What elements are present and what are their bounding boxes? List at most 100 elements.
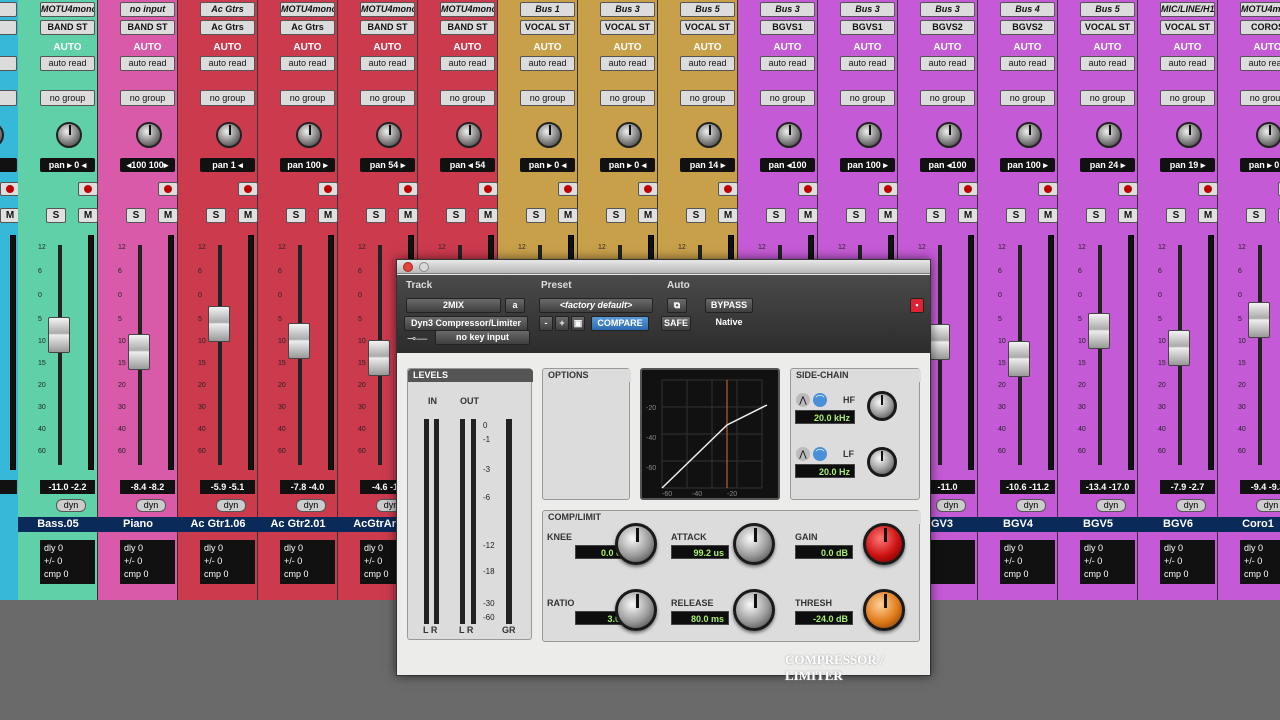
automation-mode-selector[interactable]: auto read xyxy=(760,56,815,71)
pan-knob[interactable] xyxy=(776,122,802,148)
dyn-button[interactable]: dyn xyxy=(1176,499,1206,512)
solo-button[interactable]: S xyxy=(126,208,146,223)
track-name[interactable]: BGV5 xyxy=(1058,517,1138,532)
input-selector[interactable]: Bus 3 xyxy=(760,2,815,17)
output-selector[interactable]: Ac Gtrs xyxy=(200,20,255,35)
output-selector[interactable]: BGVS1 xyxy=(840,20,895,35)
automation-mode-selector[interactable]: auto read xyxy=(920,56,975,71)
preset-plus-button[interactable]: + xyxy=(555,316,569,331)
solo-button[interactable]: S xyxy=(526,208,546,223)
dyn-button[interactable]: dyn xyxy=(936,499,966,512)
mute-button[interactable]: M xyxy=(878,208,898,223)
automation-mode-selector[interactable]: auto read xyxy=(680,56,735,71)
thresh-value[interactable]: -24.0 dB xyxy=(795,611,853,625)
automation-mode-selector[interactable]: auto read xyxy=(520,56,575,71)
record-button[interactable] xyxy=(638,182,658,196)
track-name[interactable]: BGV6 xyxy=(1138,517,1218,532)
dyn-button[interactable]: dyn xyxy=(216,499,246,512)
track-selector[interactable]: 2MIX xyxy=(406,298,501,313)
input-selector[interactable]: no input xyxy=(120,2,175,17)
record-button[interactable] xyxy=(798,182,818,196)
input-selector[interactable]: Bus 3 xyxy=(840,2,895,17)
record-button[interactable] xyxy=(958,182,978,196)
pan-knob[interactable] xyxy=(936,122,962,148)
track-name[interactable]: Coro1 xyxy=(1218,517,1280,532)
input-selector[interactable]: MOTU4mono xyxy=(440,2,495,17)
record-button[interactable] xyxy=(1038,182,1058,196)
solo-button[interactable]: S xyxy=(366,208,386,223)
input-selector[interactable]: Bus 4 xyxy=(1000,2,1055,17)
record-button[interactable] xyxy=(78,182,98,196)
comments-box[interactable]: dly 0 +/- 0 cmp 0 xyxy=(120,540,175,584)
comments-box[interactable]: dly 0 +/- 0 cmp 0 xyxy=(1160,540,1215,584)
pan-knob[interactable] xyxy=(1096,122,1122,148)
solo-button[interactable]: S xyxy=(46,208,66,223)
attack-knob[interactable] xyxy=(733,523,775,565)
group-selector[interactable]: no group xyxy=(1080,90,1135,106)
plugin-selector[interactable]: Dyn3 Compressor/Limiter xyxy=(404,316,528,331)
dyn-button[interactable]: dyn xyxy=(56,499,86,512)
compare-button[interactable]: COMPARE xyxy=(591,316,649,331)
release-value[interactable]: 80.0 ms xyxy=(671,611,729,625)
comments-box[interactable]: dly 0 +/- 0 cmp 0 xyxy=(200,540,255,584)
group-selector[interactable]: no group xyxy=(360,90,415,106)
pan-knob[interactable] xyxy=(1016,122,1042,148)
pan-knob[interactable] xyxy=(456,122,482,148)
pan-knob[interactable] xyxy=(856,122,882,148)
automation-mode-selector[interactable]: auto read xyxy=(200,56,255,71)
solo-button[interactable]: S xyxy=(286,208,306,223)
lf-enable-icon[interactable]: ⌒ xyxy=(813,447,827,461)
solo-button[interactable]: S xyxy=(446,208,466,223)
output-selector[interactable]: VOCAL ST xyxy=(1080,20,1135,35)
mute-button[interactable]: M xyxy=(398,208,418,223)
preset-copy-icon[interactable]: ▣ xyxy=(571,316,585,331)
attack-value[interactable]: 99.2 us xyxy=(671,545,729,559)
automation-mode-selector[interactable]: auto read xyxy=(40,56,95,71)
hf-knob[interactable] xyxy=(867,391,897,421)
input-selector[interactable] xyxy=(0,2,17,17)
record-button[interactable] xyxy=(318,182,338,196)
thresh-knob[interactable] xyxy=(863,589,905,631)
automation-mode-selector[interactable]: auto read xyxy=(1240,56,1280,71)
key-input-selector[interactable]: no key input xyxy=(435,330,530,345)
mute-button[interactable]: M xyxy=(318,208,338,223)
output-selector[interactable]: Ac Gtrs xyxy=(280,20,335,35)
pan-knob[interactable] xyxy=(136,122,162,148)
automation-mode-selector[interactable]: auto read xyxy=(440,56,495,71)
group-selector[interactable]: no group xyxy=(520,90,575,106)
automation-mode-selector[interactable]: auto read xyxy=(1000,56,1055,71)
hf-value[interactable]: 20.0 kHz xyxy=(795,410,855,424)
mute-button[interactable]: M xyxy=(478,208,498,223)
output-selector[interactable]: BGVS1 xyxy=(760,20,815,35)
safe-button[interactable]: SAFE xyxy=(661,316,691,331)
hf-enable-icon[interactable]: ⌒ xyxy=(813,393,827,407)
record-button[interactable] xyxy=(478,182,498,196)
track-name[interactable]: BGV4 xyxy=(978,517,1058,532)
mute-button[interactable]: M xyxy=(1118,208,1138,223)
input-selector[interactable]: MOTU4mono xyxy=(1240,2,1280,17)
group-selector[interactable]: no group xyxy=(1160,90,1215,106)
group-selector[interactable]: no group xyxy=(680,90,735,106)
automation-mode-selector[interactable]: auto read xyxy=(360,56,415,71)
automation-mode-selector[interactable]: auto read xyxy=(1080,56,1135,71)
mute-button[interactable]: M xyxy=(958,208,978,223)
output-selector[interactable]: VOCAL ST xyxy=(600,20,655,35)
output-selector[interactable]: BGVS2 xyxy=(920,20,975,35)
solo-button[interactable]: S xyxy=(1246,208,1266,223)
record-button[interactable] xyxy=(398,182,418,196)
dyn-button[interactable]: dyn xyxy=(1016,499,1046,512)
comments-box[interactable]: dly 0 +/- 0 cmp 0 xyxy=(280,540,335,584)
group-selector[interactable]: no group xyxy=(40,90,95,106)
solo-button[interactable]: S xyxy=(686,208,706,223)
pan-knob[interactable] xyxy=(56,122,82,148)
dyn-button[interactable]: dyn xyxy=(1256,499,1280,512)
plugin-titlebar[interactable] xyxy=(397,260,930,274)
solo-button[interactable]: S xyxy=(1166,208,1186,223)
gain-knob[interactable] xyxy=(863,523,905,565)
output-selector[interactable]: VOCAL ST xyxy=(520,20,575,35)
comments-box[interactable]: dly 0 +/- 0 cmp 0 xyxy=(1000,540,1055,584)
track-name[interactable]: Bass.05 xyxy=(18,517,98,532)
group-selector[interactable]: no group xyxy=(1000,90,1055,106)
gain-value[interactable]: 0.0 dB xyxy=(795,545,853,559)
output-selector[interactable]: BAND ST xyxy=(40,20,95,35)
